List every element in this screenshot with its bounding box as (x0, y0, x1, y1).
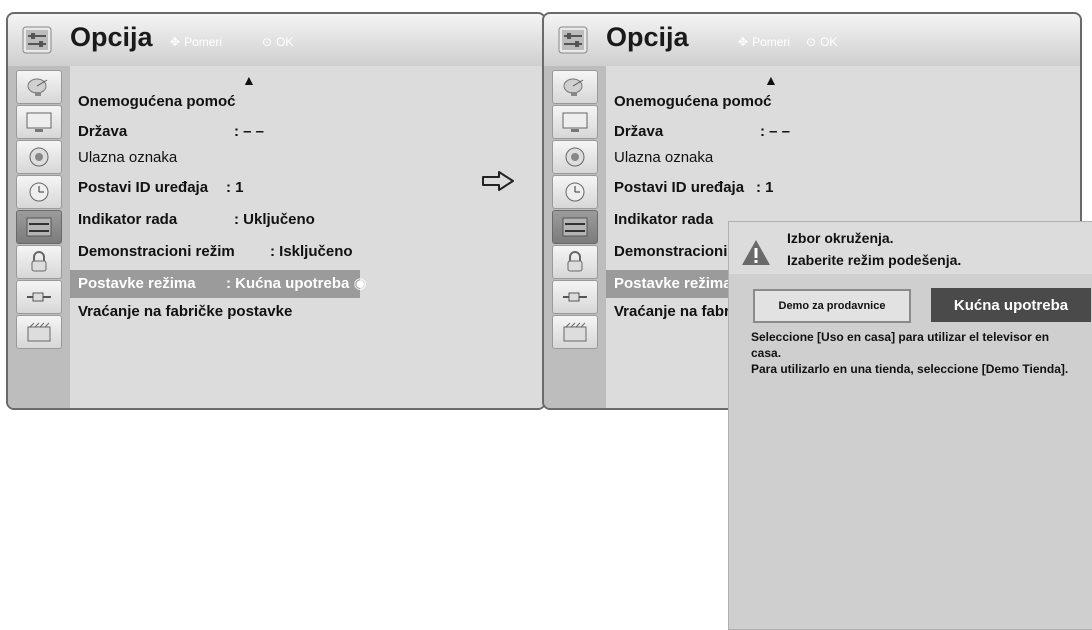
move-arrows-icon: ✥ (170, 35, 181, 49)
ok-circle-icon: ⊙ (262, 35, 273, 49)
menu-item-postavi-id[interactable]: Postavi ID uređaja: 1 (78, 174, 244, 202)
media-icon[interactable] (16, 315, 62, 349)
satellite-dish-icon[interactable] (552, 70, 598, 104)
demo-store-button[interactable]: Demo za prodavnice (753, 289, 911, 323)
menu-item-drzava[interactable]: Država: – – (78, 118, 264, 146)
warning-icon (742, 240, 770, 265)
menu-item-drzava[interactable]: Država: – – (614, 118, 790, 146)
lock-icon[interactable] (552, 245, 598, 279)
menu-header: Opcija ✥ Pomeri ⊙ OK (544, 14, 1080, 66)
dialog-note-line-1: Seleccione [Uso en casa] para utilizar e… (751, 330, 1050, 344)
satellite-dish-icon[interactable] (16, 70, 62, 104)
page-title: Opcija (606, 22, 689, 52)
option-menu-frame: Opcija ✥ Pomeri ⊙ OK ▲ Onemogućena pomoć… (6, 12, 546, 410)
page-title: Opcija (70, 22, 153, 52)
move-arrows-icon: ✥ (738, 35, 749, 49)
dialog-note-line-2: casa. (751, 346, 782, 360)
menu-item-vracanje-fabricke[interactable]: Vraćanje na fabričke postavke (78, 298, 292, 326)
input-plug-icon[interactable] (552, 280, 598, 314)
option-icon[interactable] (16, 210, 62, 244)
speaker-icon[interactable] (552, 140, 598, 174)
menu-item-ulazna-oznaka[interactable]: Ulazna oznaka (78, 144, 177, 172)
ok-hint: ⊙ OK (806, 35, 838, 49)
menu-item-onemogucena-pomoc[interactable]: Onemogućena pomoć (78, 88, 236, 116)
category-sidebar (544, 66, 606, 408)
menu-item-onemogucena-pomoc[interactable]: Onemogućena pomoć (614, 88, 772, 116)
menu-header: Opcija ✥ Pomeri ⊙ OK (8, 14, 544, 66)
scroll-up-arrow-icon[interactable]: ▲ (764, 72, 778, 88)
menu-item-indikator-rada[interactable]: Indikator rada: Uključeno (78, 206, 315, 234)
input-plug-icon[interactable] (16, 280, 62, 314)
move-hint: ✥ Pomeri (170, 35, 223, 49)
next-step-arrow-icon (482, 171, 514, 191)
menu-item-postavi-id[interactable]: Postavi ID uređaja: 1 (614, 174, 774, 202)
media-icon[interactable] (552, 315, 598, 349)
dialog-title: Izbor okruženja. (787, 230, 894, 246)
option-icon[interactable] (552, 210, 598, 244)
home-use-button[interactable]: Kućna upotreba (931, 288, 1091, 322)
menu-item-demonstracioni-rezim[interactable]: Demonstracioni režim: Isključeno (78, 238, 353, 266)
category-sidebar (8, 66, 70, 408)
menu-item-demonstracioni-rezim[interactable]: Demonstracioni (614, 238, 727, 266)
ok-hint: ⊙ OK (262, 35, 294, 49)
menu-item-postavke-rezima[interactable]: Postavke režima: Kućna upotreba ◉ (70, 270, 367, 298)
tv-screen-icon[interactable] (16, 105, 62, 139)
scroll-up-arrow-icon[interactable]: ▲ (242, 72, 256, 88)
dialog-subtitle: Izaberite režim podešenja. (787, 252, 962, 268)
option-menu-list: ▲ Onemogućena pomoć Država: – – Ulazna o… (70, 66, 544, 408)
option-header-icon (558, 26, 588, 54)
menu-item-indikator-rada[interactable]: Indikator rada (614, 206, 713, 234)
speaker-icon[interactable] (16, 140, 62, 174)
option-menu-panel-left: Opcija ✥ Pomeri ⊙ OK ▲ Onemogućena pomoć… (6, 12, 548, 410)
menu-item-ulazna-oznaka[interactable]: Ulazna oznaka (614, 144, 713, 172)
environment-dialog: Izbor okruženja. Izaberite režim podešen… (728, 221, 1092, 380)
menu-item-vracanje-fabricke[interactable]: Vraćanje na fabr (614, 298, 730, 326)
lock-icon[interactable] (16, 245, 62, 279)
option-header-icon (22, 26, 52, 54)
move-hint: ✥ Pomeri (738, 35, 791, 49)
dialog-note-line-3: Para utilizarlo en una tienda, seleccion… (751, 362, 1069, 376)
tv-screen-icon[interactable] (552, 105, 598, 139)
clock-icon[interactable] (16, 175, 62, 209)
clock-icon[interactable] (552, 175, 598, 209)
ok-circle-icon: ⊙ (806, 35, 817, 49)
